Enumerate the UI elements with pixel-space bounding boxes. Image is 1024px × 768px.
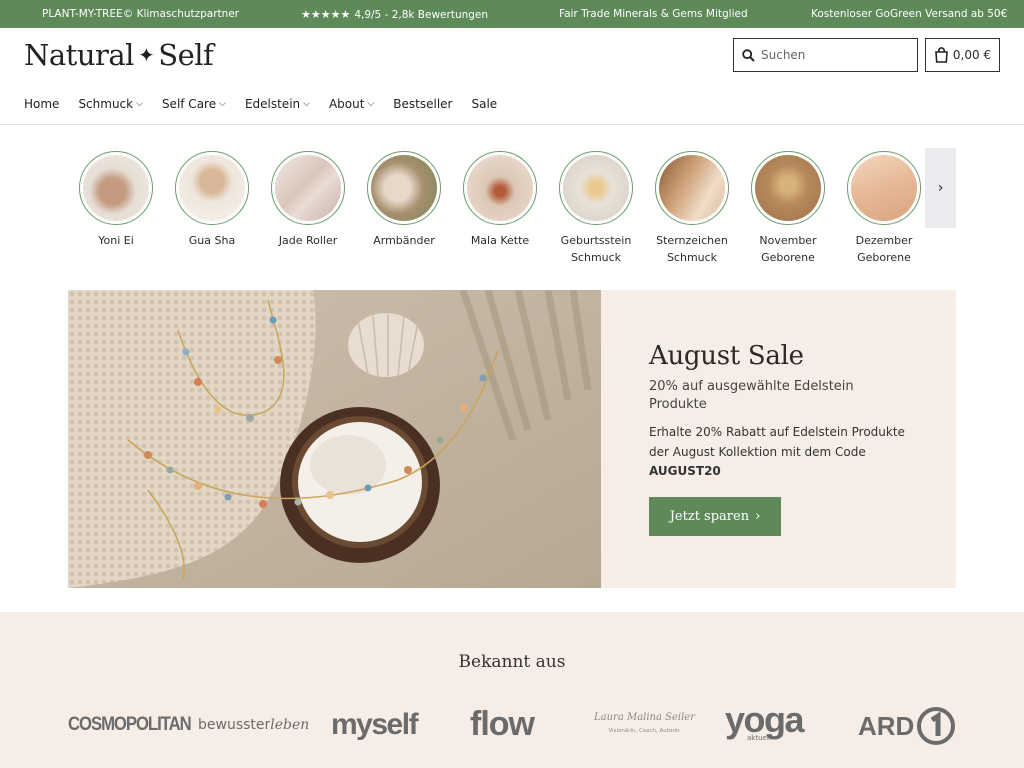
press-logo-bewusster-leben: bewussterleben <box>198 717 309 733</box>
nav-home-label: Home <box>24 97 60 111</box>
chevron-down-icon: ⌵ <box>136 99 143 109</box>
category-gua-sha[interactable]: Gua Sha <box>164 151 260 249</box>
announcement-fair-trade: Fair Trade Minerals & Gems Mitglied <box>559 8 748 20</box>
press-section: Bekannt aus COSMOPOLITAN bewussterleben … <box>0 612 1024 768</box>
beach-jewelry-illustration <box>68 290 601 588</box>
category-label: Dezember Geborene <box>855 234 913 264</box>
nav-bestseller-label: Bestseller <box>393 97 453 111</box>
logo-word-natural: Natural <box>24 38 134 72</box>
nav-sale-label: Sale <box>471 97 498 111</box>
category-image <box>367 151 441 225</box>
nav-self-care-label: Self Care <box>161 97 217 111</box>
search-box[interactable] <box>733 38 918 72</box>
press-logo-laura-tagline: Visionärin, Coach, Autorin <box>608 728 680 734</box>
category-image <box>463 151 537 225</box>
category-label: Gua Sha <box>188 234 236 247</box>
header-divider <box>0 124 1024 125</box>
nav-edelstein[interactable]: Edelstein ⌵ <box>245 97 310 111</box>
category-image <box>655 151 729 225</box>
press-logo-leben-word: leben <box>270 717 310 733</box>
announcement-shipping: Kostenloser GoGreen Versand ab 50€ <box>811 8 1008 20</box>
press-logo-myself: myself <box>331 708 419 741</box>
sparkle-icon: ✦ <box>137 43 155 67</box>
press-logo-laura-name: Laura Malina Seiler <box>594 712 696 723</box>
nav-bestseller[interactable]: Bestseller <box>393 97 452 111</box>
nav-schmuck[interactable]: Schmuck ⌵ <box>78 97 143 111</box>
rating-text: 4,9/5 - 2,8k Bewertungen <box>354 8 489 21</box>
press-logo-yoga-word: yoga <box>725 699 805 740</box>
shop-sale-button[interactable]: Jetzt sparen › <box>649 497 781 536</box>
category-label: Armbänder <box>373 234 435 247</box>
chevron-right-icon: › <box>937 180 944 196</box>
carousel-next-button[interactable]: › <box>925 148 956 228</box>
announcement-rating: ★★★★★ 4,9/5 - 2,8k Bewertungen <box>301 8 488 21</box>
category-geburtsstein-schmuck[interactable]: Geburtsstein Schmuck <box>548 151 644 266</box>
nav-about-label: About <box>328 97 365 111</box>
ard-one-icon <box>917 707 956 745</box>
chevron-down-icon: ⌵ <box>219 99 226 109</box>
nav-schmuck-label: Schmuck <box>78 97 134 111</box>
shop-sale-button-label: Jetzt sparen <box>669 509 750 524</box>
announcement-bar: PLANT-MY-TREE© Klimaschutzpartner ★★★★★ … <box>0 0 1024 28</box>
site-logo[interactable]: Natural ✦ Self <box>24 38 214 72</box>
category-carousel: Yoni Ei Gua Sha Jade Roller Armbänder Ma… <box>68 148 956 273</box>
cart-button[interactable]: 0,00 € <box>925 38 1000 72</box>
nav-self-care[interactable]: Self Care ⌵ <box>162 97 226 111</box>
press-logo-ard: ARD <box>858 706 956 746</box>
banner-subtitle: 20% auf ausgewählte Edelstein Produkte <box>649 379 854 412</box>
nav-home[interactable]: Home <box>24 97 59 111</box>
category-label: Yoni Ei <box>98 234 134 247</box>
chevron-right-icon: › <box>755 509 761 524</box>
search-icon <box>742 48 755 62</box>
chevron-down-icon: ⌵ <box>367 99 375 109</box>
nav-sale[interactable]: Sale <box>471 97 497 111</box>
chevron-down-icon: ⌵ <box>303 99 310 109</box>
announcement-plant-my-tree: PLANT-MY-TREE© Klimaschutzpartner <box>42 8 240 20</box>
category-dezember-geborene[interactable]: Dezember Geborene <box>836 151 932 266</box>
nav-edelstein-label: Edelstein <box>244 97 301 111</box>
banner-image[interactable] <box>68 290 601 588</box>
search-input[interactable] <box>761 48 911 62</box>
press-title: Bekannt aus <box>458 652 566 672</box>
press-logo-yoga-aktuell: yoga aktuell <box>725 699 825 743</box>
category-label: November Geborene <box>759 234 817 264</box>
main-nav: Home Schmuck ⌵ Self Care ⌵ Edelstein ⌵ Abou… <box>24 97 497 111</box>
category-label: Jade Roller <box>278 234 338 247</box>
category-jade-roller[interactable]: Jade Roller <box>260 151 356 249</box>
category-image <box>751 151 825 225</box>
category-label: Geburtsstein Schmuck <box>560 234 632 264</box>
press-logo-bewusster-word: bewusster <box>198 717 271 733</box>
category-armbaender[interactable]: Armbänder <box>356 151 452 249</box>
nav-about[interactable]: About ⌵ <box>329 97 374 111</box>
category-label: Sternzeichen Schmuck <box>656 234 728 264</box>
banner-title: August Sale <box>649 341 804 371</box>
press-logo-flow: flow <box>470 705 535 743</box>
category-mala-kette[interactable]: Mala Kette <box>452 151 548 249</box>
rating-stars-icon: ★★★★★ <box>301 8 351 21</box>
banner-text-panel: August Sale 20% auf ausgewählte Edelstei… <box>601 290 956 588</box>
category-image <box>271 151 345 225</box>
banner-body-text: Erhalte 20% Rabatt auf Edelstein Produkt… <box>649 425 905 459</box>
press-logo-ard-word: ARD <box>858 710 915 741</box>
category-image <box>79 151 153 225</box>
banner-body: Erhalte 20% Rabatt auf Edelstein Produkt… <box>649 423 919 482</box>
logo-word-self: Self <box>158 38 214 72</box>
category-label: Mala Kette <box>470 234 530 247</box>
shopping-bag-icon <box>935 47 948 63</box>
cart-total: 0,00 € <box>952 48 992 62</box>
category-image <box>559 151 633 225</box>
press-logo-cosmopolitan: COSMOPOLITAN <box>68 714 192 735</box>
category-image <box>847 151 921 225</box>
press-logo-laura-malina-seiler: Laura Malina Seiler Visionärin, Coach, A… <box>594 712 696 734</box>
category-november-geborene[interactable]: November Geborene <box>740 151 836 266</box>
discount-code: AUGUST20 <box>649 464 721 478</box>
category-image <box>175 151 249 225</box>
category-yoni-ei[interactable]: Yoni Ei <box>68 151 164 249</box>
category-sternzeichen-schmuck[interactable]: Sternzeichen Schmuck <box>644 151 740 266</box>
